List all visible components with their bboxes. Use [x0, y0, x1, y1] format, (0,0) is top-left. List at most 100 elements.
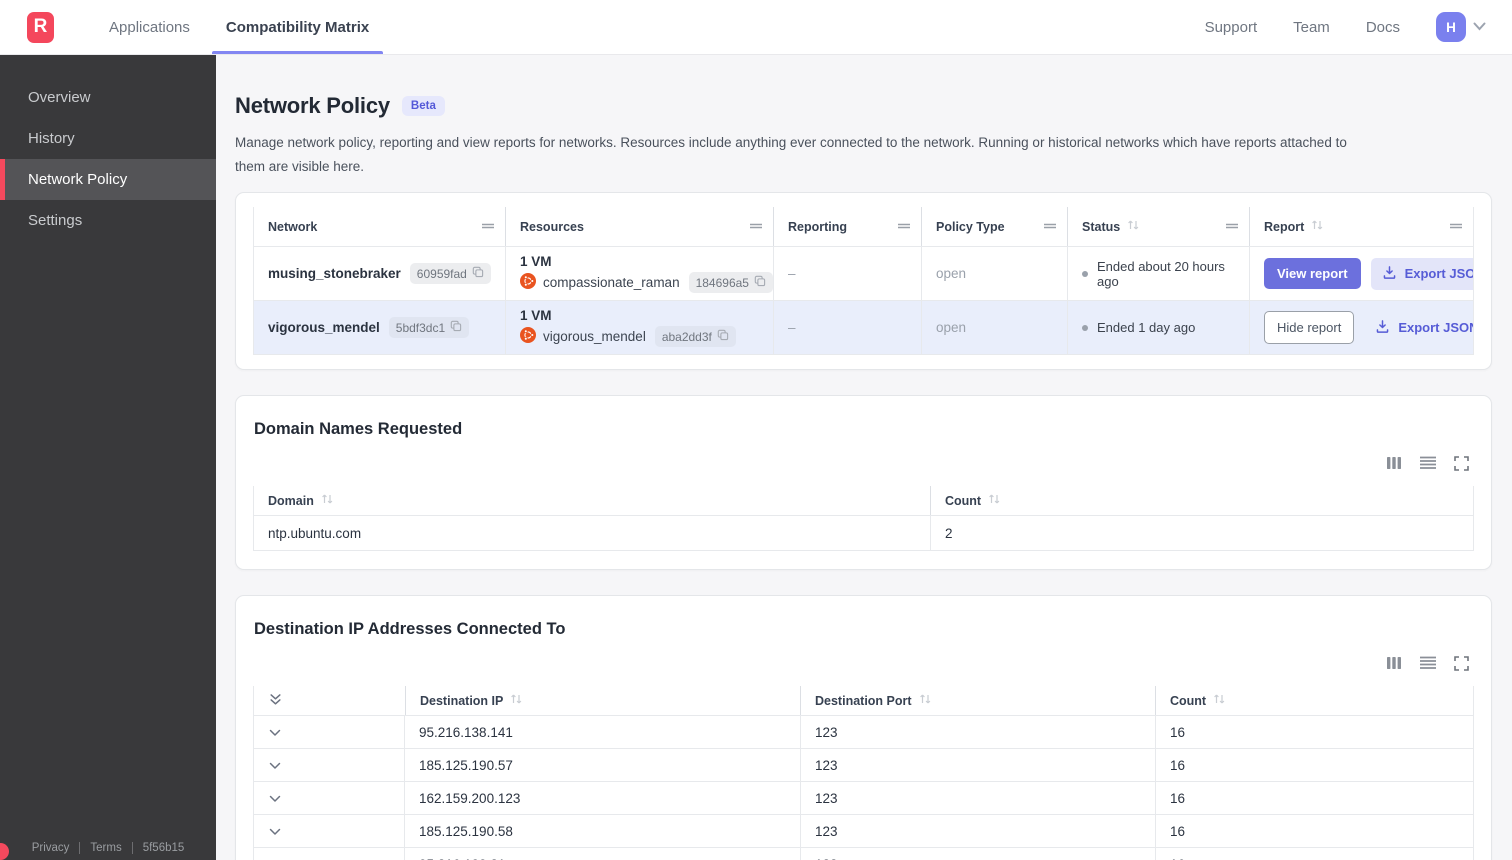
ip-row: 95.216.138.141 123 16 — [254, 716, 1473, 750]
domain-cell: ntp.ubuntu.com — [254, 516, 931, 551]
primary-nav: Applications Compatibility Matrix — [91, 0, 387, 54]
report-cell: Hide report Export JSON — [1250, 301, 1473, 354]
column-header-domain[interactable]: Domain — [254, 486, 931, 516]
network-policy-card: Network Resources Reporting Policy Type … — [235, 192, 1492, 371]
column-header-count[interactable]: Count — [1156, 686, 1473, 715]
column-menu-icon[interactable] — [749, 220, 763, 234]
app-logo[interactable]: R — [27, 11, 54, 43]
ip-row: 185.125.190.57 123 16 — [254, 749, 1473, 783]
page-title: Network Policy — [235, 93, 390, 118]
ubuntu-icon — [520, 327, 536, 346]
tab-applications[interactable]: Applications — [91, 0, 208, 54]
avatar[interactable]: H — [1436, 12, 1466, 42]
export-json-button[interactable]: Export JSON — [1364, 312, 1473, 344]
fullscreen-icon[interactable] — [1454, 655, 1469, 671]
policy-type-cell: open — [922, 301, 1068, 355]
fullscreen-icon[interactable] — [1454, 455, 1469, 471]
expand-row-button[interactable] — [254, 716, 405, 749]
copy-icon[interactable] — [472, 266, 484, 281]
copy-icon[interactable] — [754, 275, 766, 290]
network-row[interactable]: musing_stonebraker 60959fad 1 VM compass… — [254, 247, 1473, 302]
expand-row-button[interactable] — [254, 749, 405, 782]
network-name-cell: musing_stonebraker 60959fad — [254, 247, 506, 301]
user-menu[interactable]: H — [1436, 12, 1486, 42]
port-cell: 123 — [801, 815, 1156, 848]
column-menu-icon[interactable] — [1449, 220, 1463, 234]
tab-compatibility-matrix[interactable]: Compatibility Matrix — [208, 0, 387, 54]
row-density-icon[interactable] — [1419, 456, 1437, 470]
reporting-cell: – — [774, 247, 922, 301]
view-report-button[interactable]: View report — [1264, 258, 1361, 290]
resource-id-badge: aba2dd3f — [654, 326, 736, 348]
status-cell: Ended about 20 hours ago — [1068, 247, 1250, 301]
chevron-down-icon — [269, 791, 281, 806]
columns-icon[interactable] — [1386, 456, 1402, 470]
sort-icon[interactable] — [1311, 219, 1324, 234]
column-header-network: Network — [254, 207, 506, 247]
column-header-count[interactable]: Count — [931, 486, 1473, 515]
nav-docs[interactable]: Docs — [1366, 19, 1400, 36]
expand-row-button[interactable] — [254, 782, 405, 815]
count-cell: 16 — [1156, 848, 1473, 860]
count-cell: 16 — [1170, 724, 1186, 740]
count-cell: 16 — [1170, 823, 1186, 839]
column-header-policy-type: Policy Type — [922, 207, 1068, 247]
sidebar-item-network-policy[interactable]: Network Policy — [0, 159, 216, 200]
sidebar-item-history[interactable]: History — [0, 118, 216, 159]
column-menu-icon[interactable] — [897, 220, 911, 234]
column-menu-icon[interactable] — [1225, 220, 1239, 234]
chevron-down-icon — [269, 725, 281, 740]
column-header-status: Status — [1068, 207, 1250, 247]
port-cell: 123 — [801, 749, 1156, 782]
divider — [131, 842, 133, 854]
export-json-button[interactable]: Export JSON — [1370, 257, 1473, 290]
resources-cell: 1 VM compassionate_raman 184696a5 — [506, 247, 774, 301]
network-id-badge: 5bdf3dc1 — [388, 317, 470, 339]
column-header-reporting: Reporting — [774, 207, 922, 247]
sort-icon[interactable] — [988, 493, 1001, 508]
ip-cell: 185.125.190.57 — [405, 749, 801, 782]
sidebar-footer: Privacy Terms 5f56b15 — [0, 842, 216, 854]
ip-cell: 95.216.138.141 — [405, 716, 801, 749]
divider — [79, 842, 81, 854]
expand-all-button[interactable] — [254, 686, 405, 715]
column-header-destination-ip[interactable]: Destination IP — [405, 686, 801, 716]
sidebar-item-settings[interactable]: Settings — [0, 200, 216, 241]
status-dot-icon — [1082, 270, 1088, 277]
sort-icon[interactable] — [510, 693, 523, 708]
network-row[interactable]: vigorous_mendel 5bdf3dc1 1 VM vigorous_m… — [254, 301, 1473, 356]
build-version: 5f56b15 — [142, 842, 185, 854]
column-header-destination-port[interactable]: Destination Port — [801, 686, 1156, 716]
expand-row-button[interactable] — [254, 815, 405, 848]
destination-ips-card: Destination IP Addresses Connected To De… — [235, 595, 1492, 860]
terms-link[interactable]: Terms — [90, 842, 121, 854]
column-menu-icon[interactable] — [1043, 220, 1057, 234]
expand-row-button[interactable] — [254, 848, 405, 860]
column-header-resources: Resources — [506, 207, 774, 247]
row-density-icon[interactable] — [1419, 656, 1437, 670]
chevron-down-icon — [269, 857, 281, 860]
domains-table-header: Domain Count — [254, 486, 1473, 517]
ip-cell: 162.159.200.123 — [405, 782, 801, 815]
columns-icon[interactable] — [1386, 656, 1402, 670]
network-table-header: Network Resources Reporting Policy Type … — [254, 207, 1473, 248]
domains-card-title: Domain Names Requested — [254, 420, 463, 439]
copy-icon[interactable] — [717, 329, 729, 344]
sort-icon[interactable] — [919, 693, 932, 708]
sort-icon[interactable] — [321, 493, 334, 508]
sort-icon[interactable] — [1127, 219, 1140, 234]
sidebar: Overview History Network Policy Settings… — [0, 55, 216, 860]
domain-row[interactable]: ntp.ubuntu.com 2 — [254, 516, 1473, 552]
chevron-down-icon — [269, 824, 281, 839]
sort-icon[interactable] — [1213, 693, 1226, 708]
policy-type-cell: open — [922, 247, 1068, 301]
nav-support[interactable]: Support — [1205, 19, 1258, 36]
column-menu-icon[interactable] — [481, 220, 495, 234]
privacy-link[interactable]: Privacy — [32, 842, 70, 854]
sidebar-item-overview[interactable]: Overview — [0, 77, 216, 118]
copy-icon[interactable] — [450, 320, 462, 335]
nav-team[interactable]: Team — [1293, 19, 1330, 36]
report-cell: View report Export JSON — [1250, 247, 1473, 300]
ip-row: 162.159.200.123 123 16 — [254, 782, 1473, 816]
hide-report-button[interactable]: Hide report — [1264, 311, 1355, 345]
